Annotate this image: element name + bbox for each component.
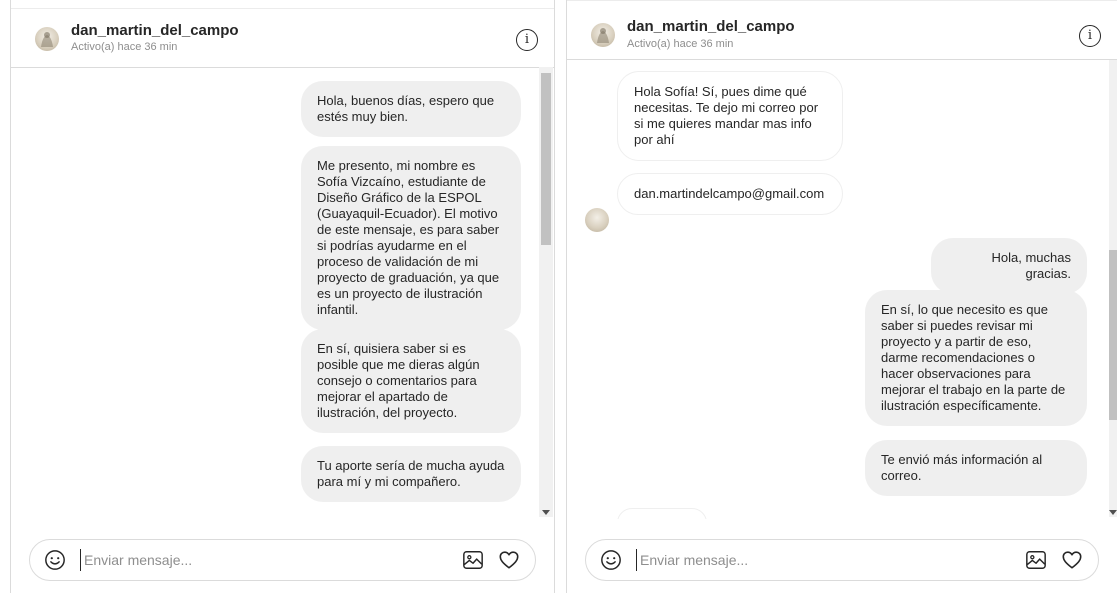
- avatar[interactable]: [591, 23, 615, 47]
- message-bubble-outgoing: En sí, quisiera saber si es posible que …: [301, 329, 521, 433]
- message-composer: [585, 539, 1099, 581]
- active-status: Activo(a) hace 36 min: [627, 38, 734, 50]
- emoji-icon[interactable]: [600, 549, 622, 571]
- info-icon[interactable]: i: [1079, 25, 1101, 47]
- message-bubble-outgoing: Te envió más información al correo.: [865, 440, 1087, 496]
- message-list: Hola, buenos días, espero que estés muy …: [11, 67, 554, 519]
- username[interactable]: dan_martin_del_campo: [627, 18, 795, 35]
- message-bubble-outgoing: Me presento, mi nombre es Sofía Vizcaíno…: [301, 146, 521, 330]
- message-bubble-outgoing: Tu aporte sería de mucha ayuda para mí y…: [301, 446, 521, 502]
- message-bubble-outgoing: Hola, buenos días, espero que estés muy …: [301, 81, 521, 137]
- message-bubble-incoming: dan.martindelcampo@gmail.com: [617, 173, 843, 215]
- chat-header: dan_martin_del_campo Activo(a) hace 36 m…: [11, 8, 554, 68]
- message-input[interactable]: [80, 549, 384, 571]
- scrollbar[interactable]: [539, 67, 553, 517]
- message-bubble-incoming-partial: [617, 508, 707, 519]
- avatar[interactable]: [35, 27, 59, 51]
- scrollbar[interactable]: [1109, 60, 1117, 517]
- chat-header: dan_martin_del_campo Activo(a) hace 36 m…: [567, 0, 1117, 60]
- scrollbar-thumb[interactable]: [1109, 250, 1117, 420]
- avatar[interactable]: [585, 208, 609, 232]
- scroll-down-arrow-icon[interactable]: [542, 510, 550, 515]
- chat-panel-left: dan_martin_del_campo Activo(a) hace 36 m…: [10, 0, 555, 593]
- image-icon[interactable]: [461, 549, 485, 571]
- info-icon[interactable]: i: [516, 29, 538, 51]
- emoji-icon[interactable]: [44, 549, 66, 571]
- scrollbar-thumb[interactable]: [541, 73, 551, 245]
- message-composer: [29, 539, 536, 581]
- message-bubble-outgoing: En sí, lo que necesito es que saber si p…: [865, 290, 1087, 426]
- username[interactable]: dan_martin_del_campo: [71, 22, 239, 39]
- message-input[interactable]: [636, 549, 940, 571]
- heart-icon[interactable]: [1060, 549, 1084, 571]
- scroll-down-arrow-icon[interactable]: [1109, 510, 1117, 515]
- chat-panel-right: dan_martin_del_campo Activo(a) hace 36 m…: [566, 0, 1117, 593]
- message-bubble-outgoing: Hola, muchas gracias.: [931, 238, 1087, 294]
- heart-icon[interactable]: [497, 549, 521, 571]
- image-icon[interactable]: [1024, 549, 1048, 571]
- message-bubble-incoming: Hola Sofía! Sí, pues dime qué necesitas.…: [617, 71, 843, 161]
- message-list: Hola Sofía! Sí, pues dime qué necesitas.…: [567, 60, 1117, 519]
- active-status: Activo(a) hace 36 min: [71, 41, 178, 53]
